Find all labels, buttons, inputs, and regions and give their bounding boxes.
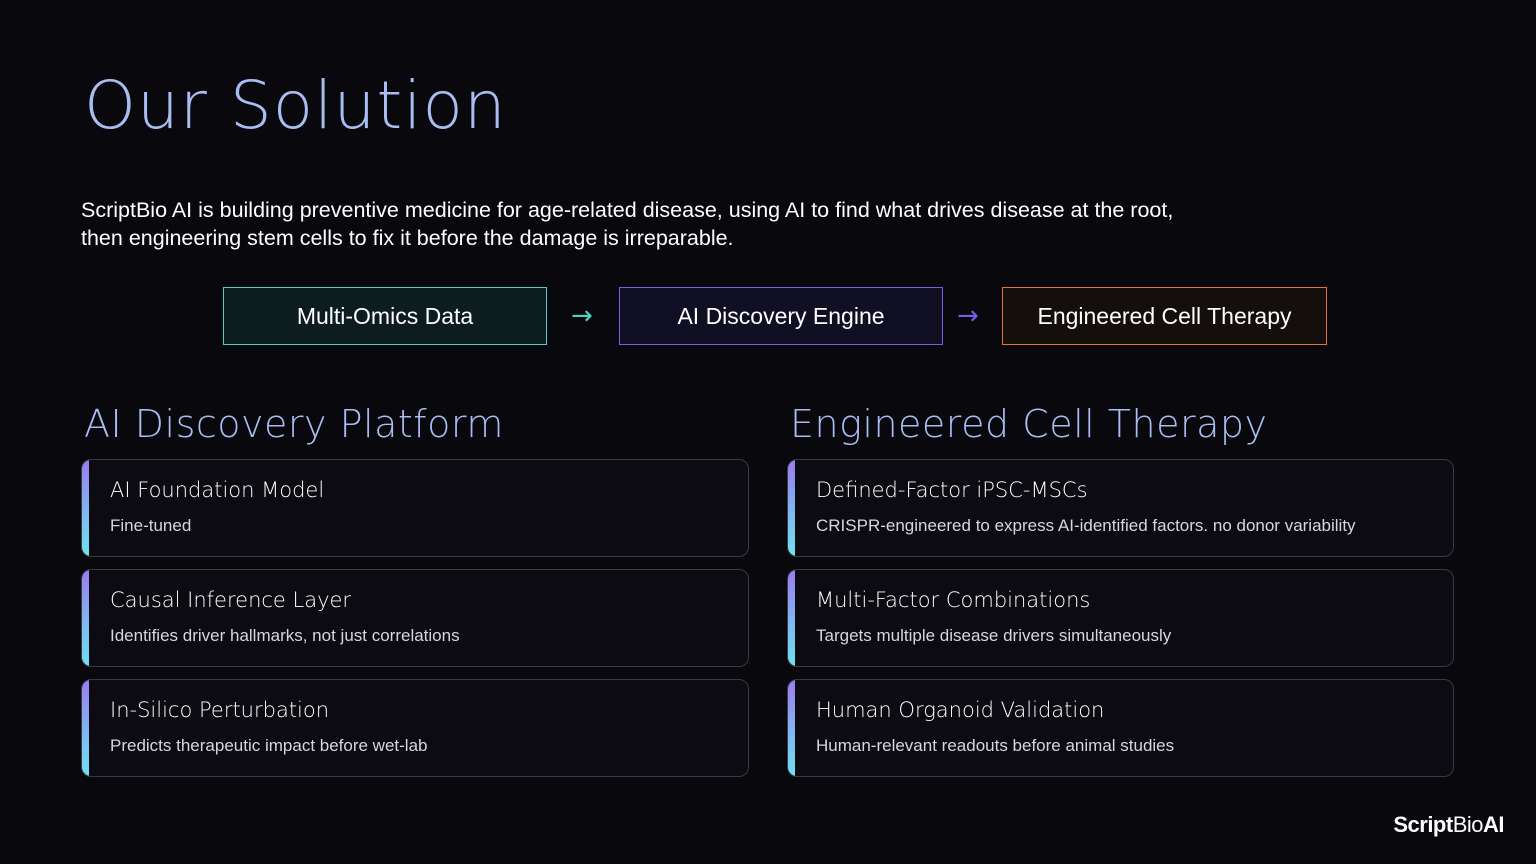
feature-card: Multi-Factor Combinations Targets multip…: [787, 569, 1454, 667]
card-title: AI Foundation Model: [110, 478, 325, 502]
intro-line-1: ScriptBio AI is building preventive medi…: [81, 198, 1174, 222]
logo-script: Script: [1393, 812, 1453, 837]
section-title-cell-therapy: Engineered Cell Therapy: [790, 402, 1268, 446]
card-title: Defined-Factor iPSC-MSCs: [816, 478, 1088, 502]
feature-card: Defined-Factor iPSC-MSCs CRISPR-engineer…: [787, 459, 1454, 557]
card-title: Human Organoid Validation: [816, 698, 1105, 722]
scriptbio-logo: ScriptBioAI: [1393, 812, 1504, 838]
feature-card: AI Foundation Model Fine-tuned: [81, 459, 749, 557]
card-description: CRISPR-engineered to express AI-identifi…: [816, 516, 1356, 535]
intro-line-2: then engineering stem cells to fix it be…: [81, 226, 734, 250]
card-accent-bar: [788, 680, 795, 776]
card-accent-bar: [82, 460, 89, 556]
logo-bio: Bio: [1452, 812, 1484, 837]
flow-step-cell-therapy: Engineered Cell Therapy: [1002, 287, 1327, 345]
flow-step-multi-omics: Multi-Omics Data: [223, 287, 547, 345]
card-description: Human-relevant readouts before animal st…: [816, 736, 1175, 755]
card-title: Multi-Factor Combinations: [816, 588, 1091, 612]
card-accent-bar: [788, 570, 795, 666]
card-description: Targets multiple disease drivers simulta…: [816, 626, 1172, 645]
card-title: In-Silico Perturbation: [110, 698, 330, 722]
card-accent-bar: [82, 680, 89, 776]
card-description: Predicts therapeutic impact before wet-l…: [110, 736, 428, 755]
card-description: Fine-tuned: [110, 516, 192, 535]
flow-arrow-1: →: [571, 301, 593, 331]
feature-card: Causal Inference Layer Identifies driver…: [81, 569, 749, 667]
section-title-ai-platform: AI Discovery Platform: [84, 402, 504, 446]
card-description: Identifies driver hallmarks, not just co…: [110, 626, 460, 645]
page-title: Our Solution: [84, 67, 507, 144]
logo-ai: AI: [1483, 812, 1505, 837]
intro-paragraph: ScriptBio AI is building preventive medi…: [81, 196, 1261, 252]
card-accent-bar: [788, 460, 795, 556]
feature-card: Human Organoid Validation Human-relevant…: [787, 679, 1454, 777]
card-accent-bar: [82, 570, 89, 666]
card-title: Causal Inference Layer: [110, 588, 352, 612]
flow-step-ai-engine: AI Discovery Engine: [619, 287, 943, 345]
flow-arrow-2: →: [957, 301, 979, 331]
feature-card: In-Silico Perturbation Predicts therapeu…: [81, 679, 749, 777]
